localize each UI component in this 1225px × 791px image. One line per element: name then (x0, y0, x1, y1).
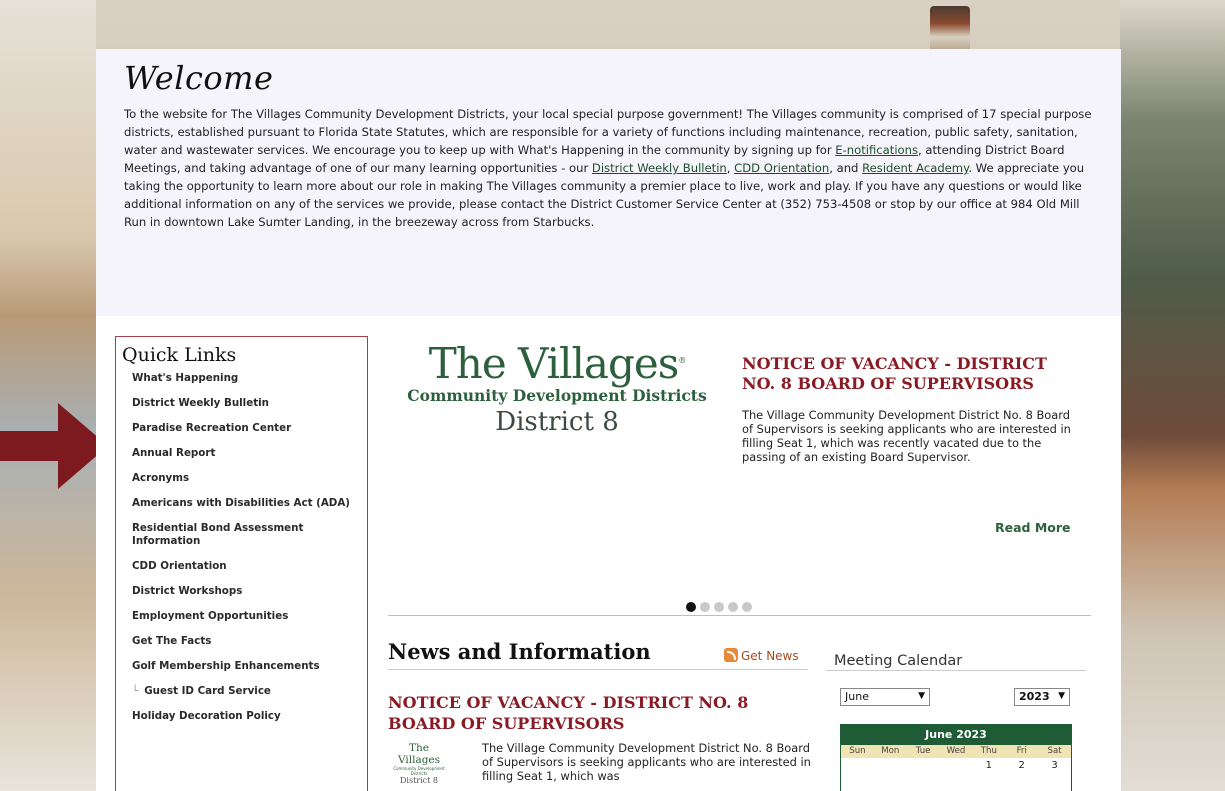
quick-link-district-workshops[interactable]: District Workshops (122, 585, 367, 598)
weekday-label: Thu (980, 746, 997, 756)
month-select-value: June (845, 690, 869, 703)
submenu-marker-icon: └ (132, 685, 139, 697)
mini-logo-district: District 8 (399, 776, 438, 785)
quick-link-guest-id-card[interactable]: └ Guest ID Card Service (122, 685, 367, 698)
rss-icon (724, 648, 738, 662)
logo-villages-text: The Villages® (392, 339, 722, 388)
calendar-day[interactable]: 3 (1038, 758, 1071, 774)
slider-dot[interactable] (686, 602, 696, 612)
logo-name: The Villages (428, 339, 679, 388)
news-item-logo: The Villages Community Development Distr… (388, 742, 450, 785)
calendar-week-row: 1 2 3 (841, 758, 1071, 774)
quick-link-whats-happening[interactable]: What's Happening (122, 372, 367, 385)
district-logo: The Villages® Community Development Dist… (392, 339, 722, 459)
section-divider (388, 615, 1091, 616)
weekday-label: Tue (915, 746, 931, 756)
calendar-header: June 2023 (841, 725, 1071, 745)
news-item-text: The Village Community Development Distri… (482, 741, 811, 783)
news-title: News and Information (388, 639, 651, 664)
enotifications-link[interactable]: E-notifications (835, 143, 918, 157)
year-select-value: 2023 (1019, 690, 1050, 703)
quick-link-cdd-orientation[interactable]: CDD Orientation (122, 560, 367, 573)
welcome-text-part: , and (829, 161, 863, 175)
mini-logo-name: The Villages (397, 742, 441, 766)
month-select[interactable]: June ▼ (840, 688, 930, 706)
quick-link-holiday-decoration[interactable]: Holiday Decoration Policy (122, 710, 367, 723)
quick-link-annual-report[interactable]: Annual Report (122, 447, 367, 460)
quick-link-district-weekly-bulletin[interactable]: District Weekly Bulletin (122, 397, 367, 410)
news-item-title[interactable]: NOTICE OF VACANCY - DISTRICT NO. 8 BOARD… (388, 692, 808, 734)
quick-link-employment-opportunities[interactable]: Employment Opportunities (122, 610, 367, 623)
quick-link-ada[interactable]: Americans with Disabilities Act (ADA) (122, 497, 367, 510)
registered-mark-icon: ® (678, 356, 686, 365)
quick-link-guest-id-card-label: Guest ID Card Service (144, 685, 271, 697)
get-news-label: Get News (741, 649, 799, 663)
welcome-section: Welcome To the website for The Villages … (96, 49, 1121, 316)
lighthouse-image (930, 6, 970, 50)
logo-subtitle: Community Development Districts (407, 386, 707, 405)
calendar-weekdays: Sun Mon Tue Wed Thu Fri Sat (841, 745, 1071, 758)
slider-title[interactable]: NOTICE OF VACANCY - DISTRICT NO. 8 BOARD… (742, 354, 1072, 394)
weekday-label: Sat (1047, 746, 1062, 756)
resident-academy-link[interactable]: Resident Academy (862, 161, 968, 175)
calendar-day (907, 758, 940, 774)
chevron-down-icon: ▼ (918, 691, 925, 701)
quick-link-paradise-recreation-center[interactable]: Paradise Recreation Center (122, 422, 367, 435)
slider-text: The Village Community Development Distri… (742, 408, 1071, 464)
slider-dot[interactable] (700, 602, 710, 612)
read-more-link[interactable]: Read More (995, 520, 1071, 535)
calendar-widget: June 2023 Sun Mon Tue Wed Thu Fri Sat 1 … (840, 724, 1072, 791)
calendar-day (841, 758, 874, 774)
cdd-orientation-link[interactable]: CDD Orientation (734, 161, 829, 175)
quick-links-panel: Quick Links What's Happening District We… (115, 336, 368, 791)
weekday-label: Wed (946, 746, 966, 756)
meeting-calendar-title: Meeting Calendar (834, 653, 963, 669)
quick-links-title: Quick Links (122, 344, 237, 366)
mini-logo-subtitle: Community Development Districts (393, 766, 445, 776)
background-photo-left (0, 0, 96, 791)
logo-district: District 8 (495, 407, 619, 437)
slider-content: NOTICE OF VACANCY - DISTRICT NO. 8 BOARD… (742, 354, 1072, 464)
weekday-label: Sun (849, 746, 866, 756)
news-underline (388, 669, 808, 670)
slider-dot[interactable] (714, 602, 724, 612)
background-photo-right (1120, 0, 1225, 791)
quick-link-get-the-facts[interactable]: Get The Facts (122, 635, 367, 648)
welcome-text: To the website for The Villages Communit… (124, 105, 1099, 231)
arrow-icon (0, 403, 108, 489)
main-content: Welcome To the website for The Villages … (96, 49, 1121, 791)
calendar-day[interactable]: 1 (972, 758, 1005, 774)
slider-dots (686, 597, 756, 612)
weekday-label: Fri (1016, 746, 1027, 756)
quick-link-acronyms[interactable]: Acronyms (122, 472, 367, 485)
year-select[interactable]: 2023 ▼ (1014, 688, 1070, 706)
quick-link-golf-membership[interactable]: Golf Membership Enhancements (122, 660, 367, 673)
weekday-label: Mon (881, 746, 900, 756)
slider-dot[interactable] (728, 602, 738, 612)
calendar-day (874, 758, 907, 774)
calendar-day (940, 758, 973, 774)
get-news-link[interactable]: Get News (724, 648, 799, 663)
calendar-day[interactable]: 2 (1005, 758, 1038, 774)
chevron-down-icon: ▼ (1058, 691, 1065, 701)
calendar-underline (826, 670, 1086, 671)
slider-dot[interactable] (742, 602, 752, 612)
quick-link-residential-bond-assessment[interactable]: Residential Bond Assessment Information (122, 522, 322, 548)
district-weekly-bulletin-link[interactable]: District Weekly Bulletin (592, 161, 727, 175)
welcome-title: Welcome (124, 59, 274, 97)
